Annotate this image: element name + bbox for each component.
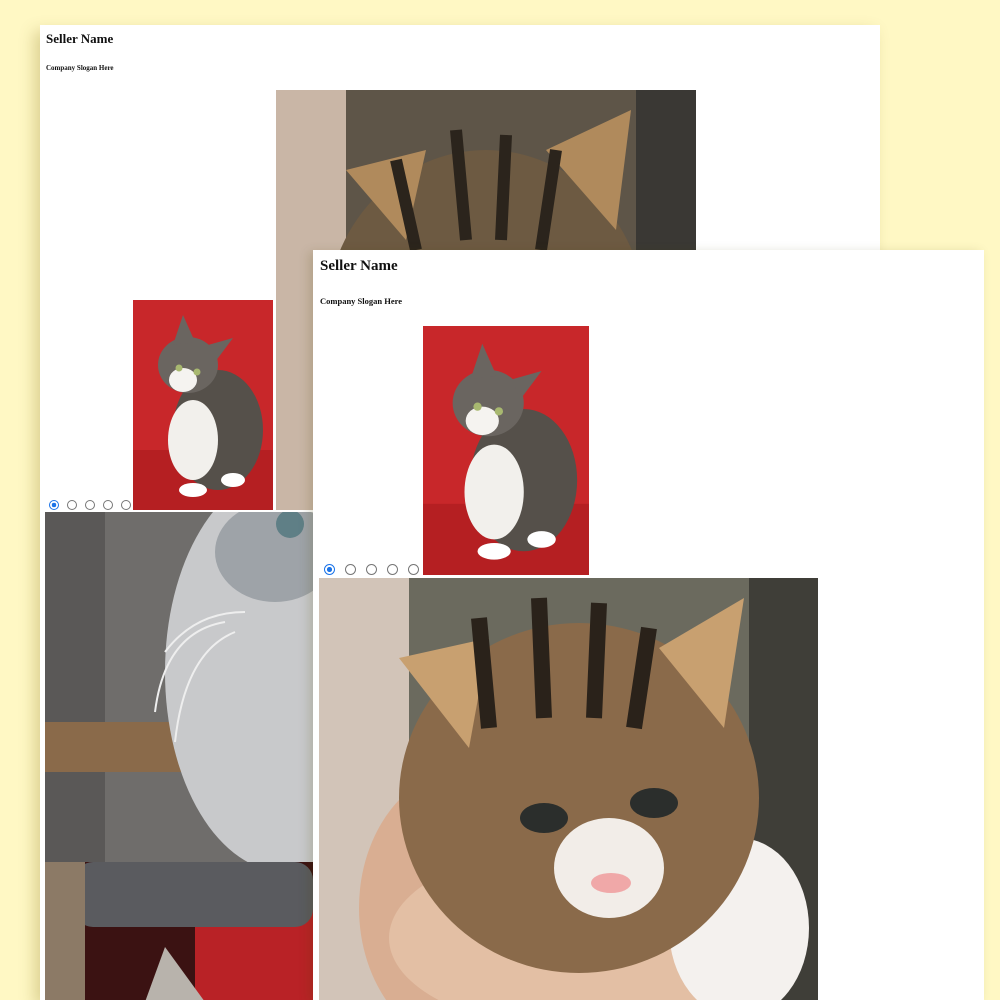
slide-radio-3[interactable]	[85, 500, 95, 510]
slide-radio-3[interactable]	[366, 564, 377, 575]
slide-radio-5[interactable]	[408, 564, 419, 575]
kitten-on-red-cushion-image	[423, 326, 589, 575]
slide-radio-2[interactable]	[67, 500, 77, 510]
company-slogan: Company Slogan Here	[320, 296, 403, 306]
seller-name: Seller Name	[46, 31, 114, 46]
tabby-kitten-close-up-image	[319, 578, 818, 1000]
kitten-on-cat-tree-image	[45, 862, 313, 1000]
slide-radio-1[interactable]	[49, 500, 59, 510]
seller-name: Seller Name	[320, 258, 398, 274]
slide-radio-5[interactable]	[121, 500, 131, 510]
slide-radio-2[interactable]	[345, 564, 356, 575]
slide-radio-1[interactable]	[324, 564, 335, 575]
grey-kitten-whiskers-image	[45, 512, 313, 862]
product-page-window-front: Seller Name Company Slogan Here	[313, 250, 984, 1000]
slide-selector	[324, 564, 419, 575]
slide-radio-4[interactable]	[387, 564, 398, 575]
kitten-on-red-cushion-image	[133, 300, 273, 510]
slide-radio-4[interactable]	[103, 500, 113, 510]
slide-selector	[49, 500, 131, 510]
company-slogan: Company Slogan Here	[46, 64, 114, 72]
